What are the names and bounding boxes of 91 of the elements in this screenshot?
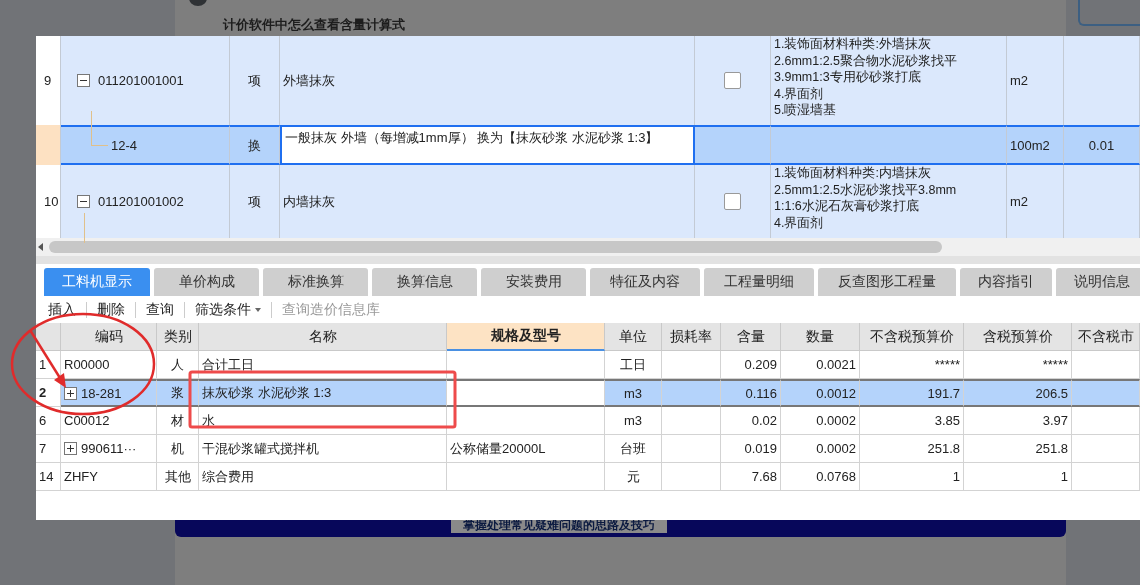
item-code: 011201001002 xyxy=(98,193,184,210)
item-name[interactable]: 一般抹灰 外墙（每增减1mm厚） 换为【抹灰砂浆 水泥砂浆 1:3】 xyxy=(280,125,695,165)
table-cell: 0.0768 xyxy=(781,463,860,491)
table-cell: 台班 xyxy=(605,435,662,463)
table-cell xyxy=(1072,435,1140,463)
table-cell xyxy=(662,435,721,463)
row-number: 14 xyxy=(36,463,61,491)
table-cell: 1 xyxy=(860,463,964,491)
column-header[interactable]: 数量 xyxy=(781,323,860,351)
table-cell: 0.0002 xyxy=(781,407,860,435)
table-cell: 191.7 xyxy=(860,379,964,407)
toolbar-button[interactable]: 删除 xyxy=(97,300,125,319)
item-type: 材 xyxy=(157,407,199,435)
item-code: 990611··· xyxy=(81,441,137,456)
table-cell: m3 xyxy=(605,407,662,435)
tab[interactable]: 单价构成 xyxy=(154,268,259,296)
tab[interactable]: 换算信息 xyxy=(372,268,477,296)
row-number: 9 xyxy=(36,36,61,125)
table-cell: 251.8 xyxy=(964,435,1072,463)
item-code: R00000 xyxy=(64,357,110,372)
table-cell: 3.85 xyxy=(860,407,964,435)
expand-icon[interactable] xyxy=(64,386,77,400)
column-header[interactable]: 规格及型号 xyxy=(447,323,605,351)
expand-icon[interactable] xyxy=(64,442,77,455)
tab[interactable]: 安装费用 xyxy=(481,268,586,296)
table-cell: 0.019 xyxy=(721,435,781,463)
column-header[interactable]: 不含税市 xyxy=(1072,323,1140,351)
item-type: 机 xyxy=(157,435,199,463)
item-code: 18-281 xyxy=(81,385,122,401)
table-cell: 公称储量20000L xyxy=(447,435,605,463)
table-cell xyxy=(662,407,721,435)
table-cell: 抹灰砂浆 水泥砂浆 1:3 xyxy=(199,379,447,407)
column-header[interactable]: 编码 xyxy=(61,323,157,351)
table-cell: 7.68 xyxy=(721,463,781,491)
scroll-left-icon[interactable] xyxy=(38,243,43,251)
table-cell xyxy=(1072,463,1140,491)
column-header[interactable]: 单位 xyxy=(605,323,662,351)
row-number: 7 xyxy=(36,435,61,463)
column-header[interactable]: 名称 xyxy=(199,323,447,351)
table-cell xyxy=(662,379,721,407)
table-cell: 干混砂浆罐式搅拌机 xyxy=(199,435,447,463)
table-cell: 0.01 xyxy=(1064,125,1140,165)
table-cell: 0.02 xyxy=(721,407,781,435)
table-cell xyxy=(662,463,721,491)
horizontal-scrollbar[interactable] xyxy=(36,238,1140,256)
table-cell: 3.97 xyxy=(964,407,1072,435)
header-corner xyxy=(36,323,61,351)
row-number: 10 xyxy=(36,165,61,238)
column-header[interactable]: 不含税预算价 xyxy=(860,323,964,351)
table-cell xyxy=(1072,407,1140,435)
annotation-arrow xyxy=(28,329,66,388)
collapse-icon[interactable] xyxy=(77,195,90,208)
scrollbar-thumb[interactable] xyxy=(49,241,942,253)
table-cell: 0.0002 xyxy=(781,435,860,463)
table-cell: m3 xyxy=(605,379,662,407)
toolbar-button[interactable]: 查询 xyxy=(146,300,174,319)
table-cell: 1 xyxy=(964,463,1072,491)
column-header[interactable]: 含税预算价 xyxy=(964,323,1072,351)
tab[interactable]: 内容指引 xyxy=(960,268,1052,296)
item-type: 其他 xyxy=(157,463,199,491)
filter-dropdown[interactable]: 筛选条件 xyxy=(195,300,261,319)
table-cell: 元 xyxy=(605,463,662,491)
table-cell: 0.116 xyxy=(721,379,781,407)
table-cell: 综合费用 xyxy=(199,463,447,491)
column-header[interactable]: 类别 xyxy=(157,323,199,351)
article-title: 计价软件中怎么查看含量计算式 xyxy=(223,17,407,33)
tab[interactable]: 反查图形工程量 xyxy=(818,268,956,296)
side-card xyxy=(1078,0,1140,26)
column-header[interactable]: 损耗率 xyxy=(662,323,721,351)
item-code: ZHFY xyxy=(64,469,98,484)
table-cell: 206.5 xyxy=(964,379,1072,407)
table-cell: 251.8 xyxy=(860,435,964,463)
checkbox[interactable] xyxy=(724,72,741,89)
row-number: 6 xyxy=(36,407,61,435)
tab[interactable]: 说明信息 xyxy=(1056,268,1140,296)
tab[interactable]: 工程量明细 xyxy=(704,268,814,296)
item-type: 浆 xyxy=(157,379,199,407)
item-code: C00012 xyxy=(64,413,110,428)
table-cell: 0.0012 xyxy=(781,379,860,407)
item-unit: 100m2 xyxy=(1007,125,1064,165)
tab[interactable]: 标准换算 xyxy=(263,268,368,296)
collapse-icon[interactable] xyxy=(77,74,90,87)
table-cell xyxy=(1072,379,1140,407)
item-code: 12-4 xyxy=(111,136,138,154)
checkbox[interactable] xyxy=(724,193,741,210)
column-header[interactable]: 含量 xyxy=(721,323,781,351)
table-cell: 水 xyxy=(199,407,447,435)
item-type: 换 xyxy=(230,125,280,165)
tree-line xyxy=(91,111,108,146)
tab[interactable]: 特征及内容 xyxy=(590,268,700,296)
item-code: 011201001001 xyxy=(98,72,184,89)
